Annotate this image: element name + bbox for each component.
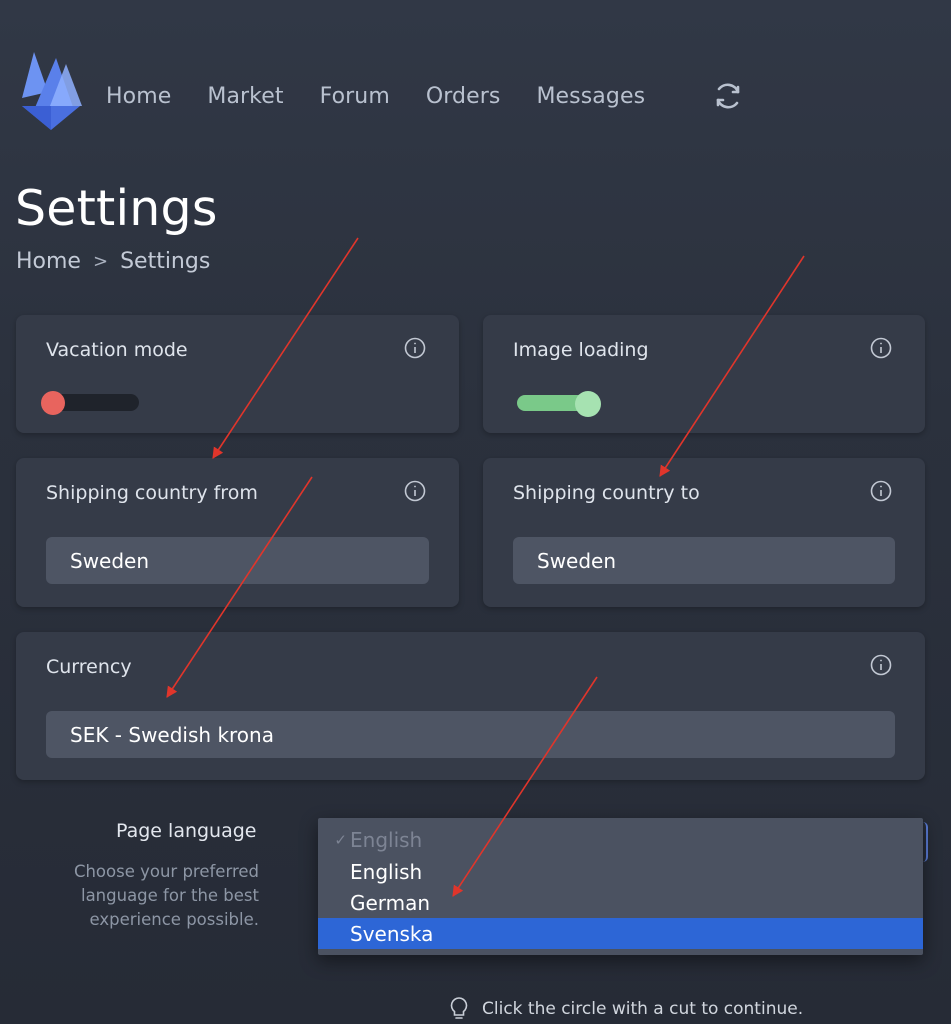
info-icon[interactable]: [404, 480, 426, 502]
nav-orders[interactable]: Orders: [426, 84, 501, 109]
breadcrumb-separator: >: [92, 251, 109, 272]
toggle-knob: [575, 391, 601, 417]
toggle-knob: [41, 391, 65, 415]
language-dropdown: ✓ English English German Svenska: [318, 818, 923, 955]
currency-card: Currency SEK - Swedish krona: [16, 632, 925, 780]
page-language-label: Page language: [116, 820, 257, 842]
page-title: Settings: [15, 180, 218, 237]
info-icon[interactable]: [870, 654, 892, 676]
language-option-current: ✓ English: [318, 824, 923, 855]
language-option-svenska[interactable]: Svenska: [318, 918, 923, 949]
shipping-to-select[interactable]: Sweden: [513, 537, 895, 584]
breadcrumb-current: Settings: [120, 249, 211, 274]
vacation-mode-card: Vacation mode: [16, 315, 459, 433]
checkmark-icon: ✓: [334, 830, 347, 849]
image-loading-label: Image loading: [513, 339, 649, 361]
image-loading-card: Image loading: [483, 315, 925, 433]
shipping-from-select[interactable]: Sweden: [46, 537, 429, 584]
shipping-from-label: Shipping country from: [46, 482, 258, 504]
info-icon[interactable]: [404, 337, 426, 359]
language-option-english[interactable]: English: [318, 856, 923, 887]
main-nav: Home Market Forum Orders Messages: [106, 80, 645, 112]
vacation-mode-toggle[interactable]: [41, 389, 140, 417]
language-option-german[interactable]: German: [318, 887, 923, 918]
info-icon[interactable]: [870, 480, 892, 502]
lightbulb-icon: [450, 997, 468, 1019]
nav-messages[interactable]: Messages: [536, 84, 645, 109]
breadcrumb: Home > Settings: [16, 249, 210, 274]
nav-home[interactable]: Home: [106, 84, 171, 109]
app-logo[interactable]: [18, 48, 84, 134]
vacation-mode-label: Vacation mode: [46, 339, 188, 361]
currency-select[interactable]: SEK - Swedish krona: [46, 711, 895, 758]
sync-icon[interactable]: [712, 80, 744, 112]
hint-text: Click the circle with a cut to continue.: [482, 999, 804, 1019]
shipping-to-label: Shipping country to: [513, 482, 700, 504]
hint: Click the circle with a cut to continue.: [448, 996, 803, 1022]
nav-forum[interactable]: Forum: [320, 84, 390, 109]
shipping-to-card: Shipping country to Sweden: [483, 458, 925, 607]
currency-label: Currency: [46, 656, 132, 678]
info-icon[interactable]: [870, 337, 892, 359]
nav-market[interactable]: Market: [207, 84, 283, 109]
image-loading-toggle[interactable]: [517, 389, 607, 417]
shipping-from-card: Shipping country from Sweden: [16, 458, 459, 607]
page-language-description: Choose your preferred language for the b…: [73, 862, 259, 929]
breadcrumb-home[interactable]: Home: [16, 249, 81, 274]
